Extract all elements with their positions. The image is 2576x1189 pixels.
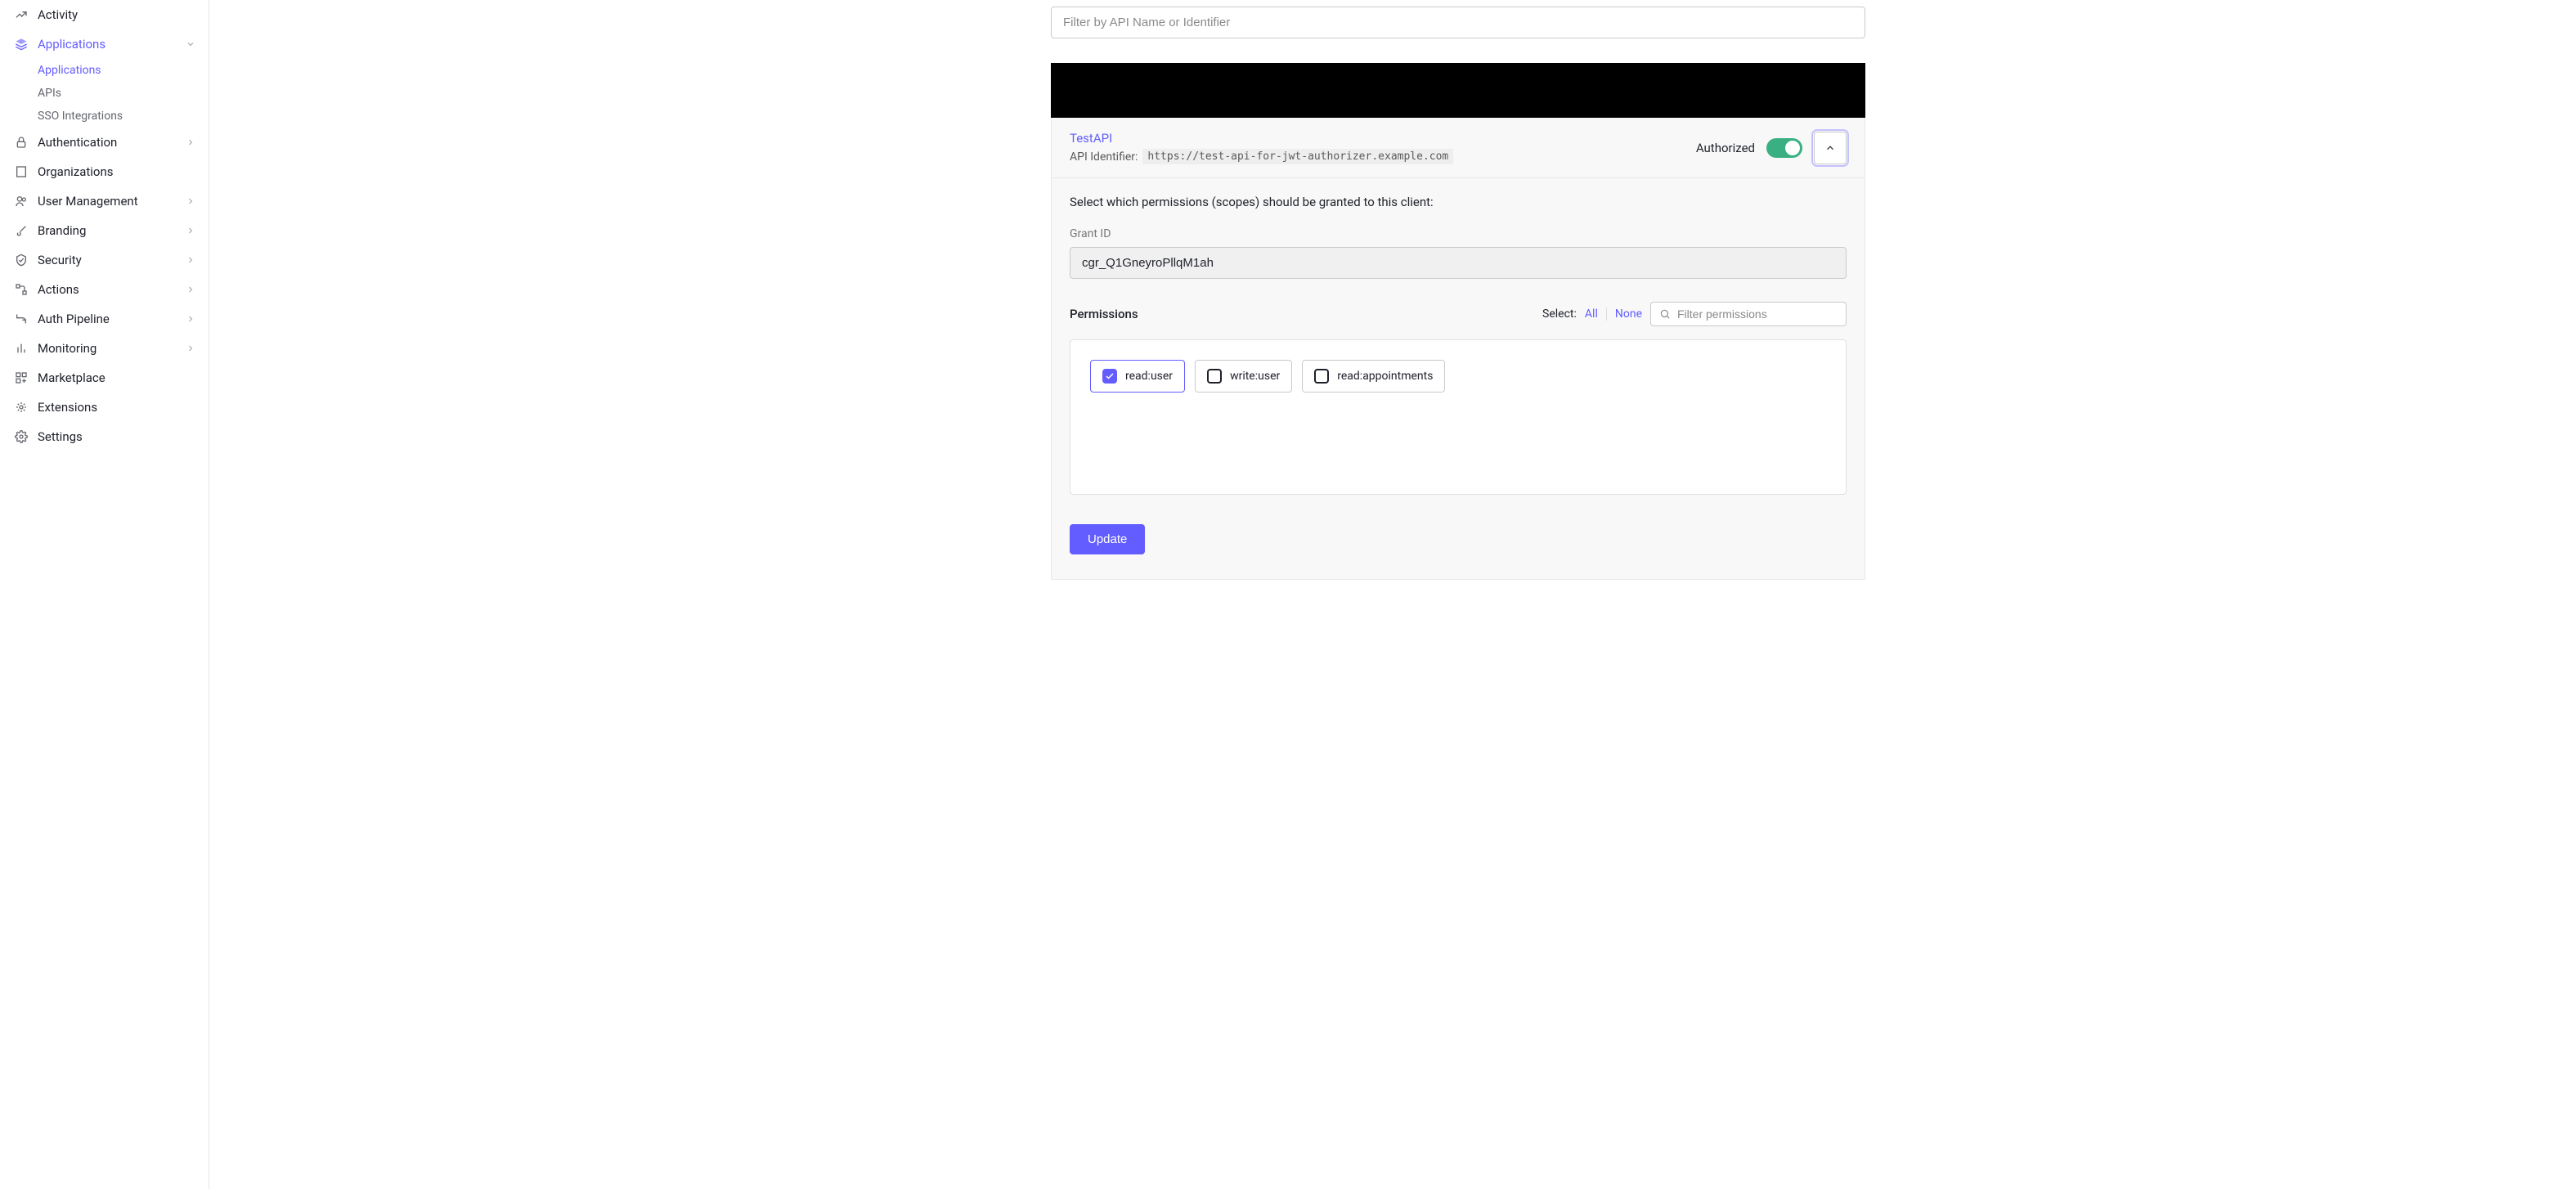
select-label: Select: [1542,307,1577,321]
sidebar-item-label: Extensions [38,400,195,415]
api-identifier-value: https://test-api-for-jwt-authorizer.exam… [1142,149,1453,164]
api-filter-wrap[interactable] [1051,7,1865,38]
sidebar-subitem-sso[interactable]: SSO Integrations [0,105,209,128]
sidebar-item-actions[interactable]: Actions [0,275,209,304]
sidebar-item-label: Authentication [38,135,186,150]
gear-icon [13,428,29,445]
sidebar-item-security[interactable]: Security [0,245,209,275]
permission-chip[interactable]: read:appointments [1302,360,1445,393]
applications-icon [13,36,29,52]
sidebar-subitem-apis[interactable]: APIs [0,82,209,105]
chevron-down-icon [186,39,195,49]
permission-chip[interactable]: read:user [1090,360,1185,393]
brush-icon [13,222,29,239]
sidebar-item-label: Monitoring [38,341,186,356]
building-icon [13,164,29,180]
api-card-header: TestAPI API Identifier: https://test-api… [1052,118,1865,178]
chevron-up-icon [1824,142,1836,154]
select-all-link[interactable]: All [1585,307,1598,321]
sidebar-item-applications[interactable]: Applications [0,29,209,59]
sidebar-item-label: Security [38,253,186,267]
main-content: TestAPI API Identifier: https://test-api… [209,0,2576,1189]
chevron-right-icon [186,196,195,206]
chevron-right-icon [186,314,195,324]
permission-filter-input[interactable] [1677,307,1838,321]
permission-label: read:appointments [1337,370,1433,383]
api-card: TestAPI API Identifier: https://test-api… [1051,118,1865,580]
sidebar-item-monitoring[interactable]: Monitoring [0,334,209,363]
api-name-link[interactable]: TestAPI [1070,131,1696,146]
divider [1606,307,1607,321]
sidebar-item-organizations[interactable]: Organizations [0,157,209,186]
chevron-right-icon [186,343,195,353]
sidebar-item-marketplace[interactable]: Marketplace [0,363,209,393]
sidebar-subitem-applications[interactable]: Applications [0,59,209,82]
checkbox-unchecked-icon [1314,369,1329,384]
toggle-knob [1785,141,1800,155]
grid-plus-icon [13,370,29,386]
sidebar-item-label: Branding [38,223,186,238]
update-button[interactable]: Update [1070,524,1145,554]
sidebar-item-label: User Management [38,194,186,209]
sidebar-item-label: Auth Pipeline [38,312,186,326]
collapse-button[interactable] [1814,132,1847,164]
checkbox-unchecked-icon [1207,369,1222,384]
permissions-list: read:user write:user read:appointments [1070,339,1847,495]
sidebar-item-label: Actions [38,282,186,297]
flow-icon [13,281,29,298]
sidebar-item-label: Marketplace [38,370,195,385]
sidebar-item-activity[interactable]: Activity [0,0,209,29]
users-icon [13,193,29,209]
sidebar-item-extensions[interactable]: Extensions [0,393,209,422]
sidebar-item-auth-pipeline[interactable]: Auth Pipeline [0,304,209,334]
sidebar: Activity Applications Applications APIs … [0,0,209,1189]
authorized-label: Authorized [1696,141,1755,155]
activity-icon [13,7,29,23]
pipeline-icon [13,311,29,327]
sidebar-item-settings[interactable]: Settings [0,422,209,451]
sidebar-item-branding[interactable]: Branding [0,216,209,245]
chevron-right-icon [186,255,195,265]
grant-id-input[interactable] [1070,247,1847,279]
chevron-right-icon [186,137,195,147]
shield-icon [13,252,29,268]
chevron-right-icon [186,226,195,236]
sidebar-item-label: Applications [38,37,186,52]
permission-label: write:user [1230,370,1280,383]
permission-label: read:user [1125,370,1173,383]
sidebar-item-label: Organizations [38,164,195,179]
sidebar-item-label: Activity [38,7,195,22]
authorized-toggle[interactable] [1766,138,1802,158]
permission-chip[interactable]: write:user [1195,360,1292,393]
api-filter-input[interactable] [1063,16,1853,29]
grant-id-label: Grant ID [1070,227,1847,240]
sidebar-item-user-management[interactable]: User Management [0,186,209,216]
sidebar-item-authentication[interactable]: Authentication [0,128,209,157]
bar-chart-icon [13,340,29,357]
permissions-title: Permissions [1070,307,1542,321]
redacted-header [1051,63,1865,118]
sidebar-item-label: Settings [38,429,195,444]
lock-icon [13,134,29,150]
checkbox-checked-icon [1102,369,1117,384]
puzzle-icon [13,399,29,415]
scopes-description: Select which permissions (scopes) should… [1070,195,1847,209]
select-none-link[interactable]: None [1615,307,1642,321]
permission-filter-wrap[interactable] [1650,302,1847,326]
api-identifier-label: API Identifier: [1070,150,1138,164]
api-card-body: Select which permissions (scopes) should… [1052,178,1865,579]
search-icon [1659,308,1671,320]
chevron-right-icon [186,285,195,294]
